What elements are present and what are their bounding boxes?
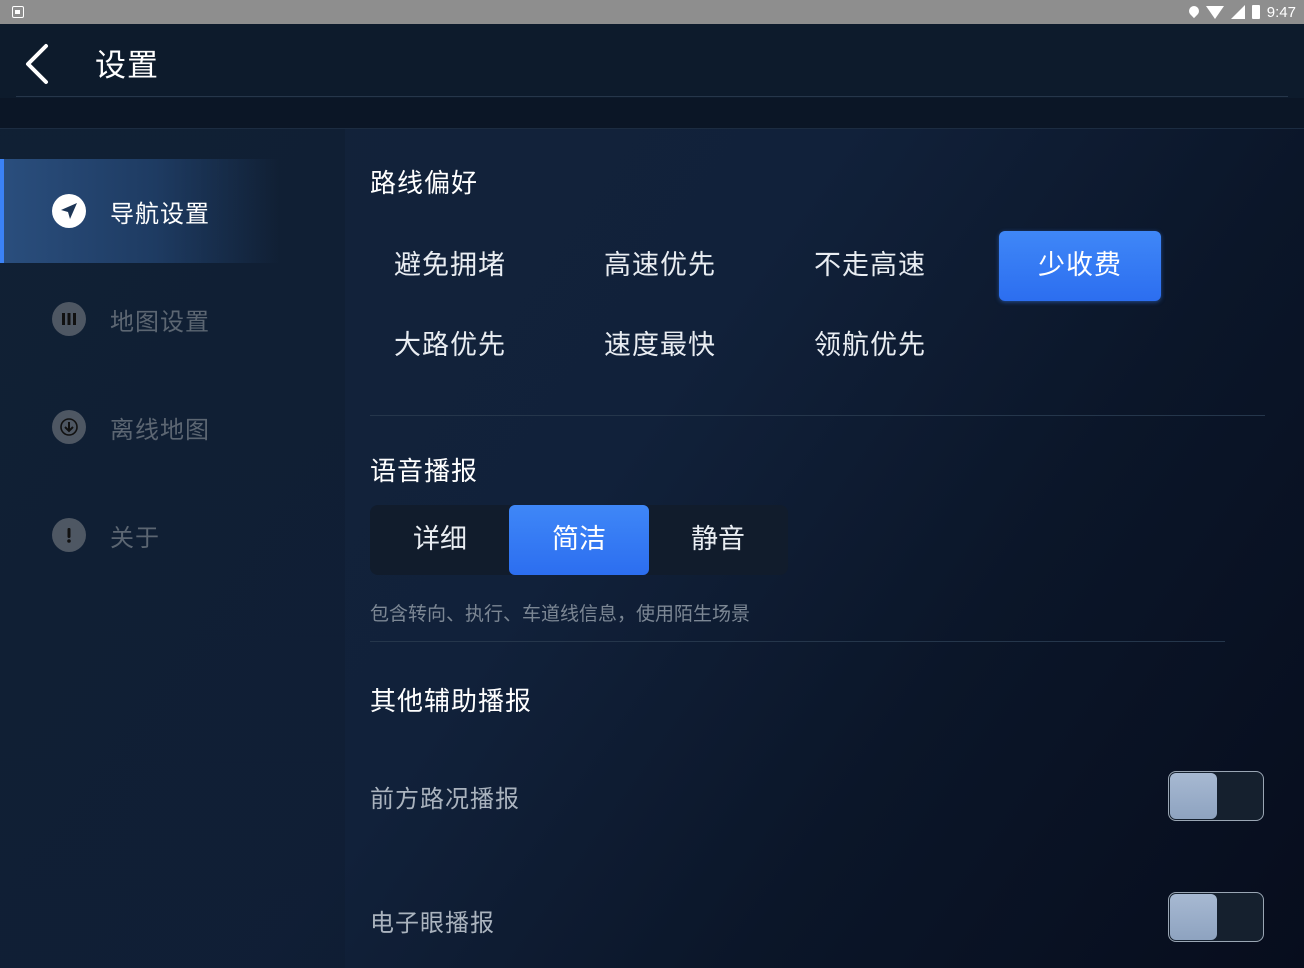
sidebar-item-label: 导航设置 bbox=[110, 199, 210, 228]
sidebar: 导航设置 地图设置 离线地图 关于 bbox=[0, 129, 345, 968]
voice-option-detailed[interactable]: 详细 bbox=[370, 505, 510, 575]
settings-panel: 导航设置 地图设置 离线地图 关于 路线偏好 避免拥堵 高速优先 不走高速 少收… bbox=[0, 128, 1304, 968]
road-condition-broadcast-label: 前方路况播报 bbox=[370, 785, 520, 813]
cell-signal-icon bbox=[1230, 5, 1245, 19]
battery-icon bbox=[1251, 5, 1260, 19]
sidebar-item-navigation-settings[interactable]: 导航设置 bbox=[0, 159, 280, 263]
info-exclamation-icon bbox=[52, 518, 86, 552]
section-divider bbox=[370, 415, 1265, 416]
route-option-avoid-congestion[interactable]: 避免拥堵 bbox=[369, 231, 531, 301]
route-option-main-road-first[interactable]: 大路优先 bbox=[369, 311, 531, 381]
section-divider bbox=[370, 641, 1225, 642]
route-option-no-highway[interactable]: 不走高速 bbox=[789, 231, 951, 301]
route-option-less-toll[interactable]: 少收费 bbox=[999, 231, 1161, 301]
map-icon bbox=[52, 302, 86, 336]
sidebar-item-offline-map[interactable]: 离线地图 bbox=[0, 375, 280, 479]
voice-mode-segmented-control: 详细 简洁 静音 bbox=[370, 505, 788, 575]
wifi-icon bbox=[1205, 5, 1224, 19]
header: 设置 bbox=[0, 24, 1304, 98]
toggle-knob bbox=[1170, 894, 1217, 940]
status-bar-left bbox=[12, 3, 24, 22]
content-area: 路线偏好 避免拥堵 高速优先 不走高速 少收费 大路优先 速度最快 领航优先 语… bbox=[370, 129, 1270, 968]
notification-icon bbox=[12, 5, 24, 18]
route-option-pilot-first[interactable]: 领航优先 bbox=[789, 311, 951, 381]
sidebar-item-about[interactable]: 关于 bbox=[0, 483, 280, 587]
download-icon bbox=[52, 410, 86, 444]
toggle-knob bbox=[1170, 773, 1217, 819]
route-option-highway-first[interactable]: 高速优先 bbox=[579, 231, 741, 301]
voice-option-mute[interactable]: 静音 bbox=[648, 505, 788, 575]
other-broadcast-title: 其他辅助播报 bbox=[370, 687, 533, 717]
route-preference-title: 路线偏好 bbox=[370, 169, 479, 199]
speed-camera-broadcast-toggle[interactable] bbox=[1168, 892, 1264, 942]
sidebar-item-label: 地图设置 bbox=[110, 307, 210, 336]
sidebar-item-label: 离线地图 bbox=[110, 415, 210, 444]
road-condition-broadcast-toggle[interactable] bbox=[1168, 771, 1264, 821]
status-bar: 9:47 bbox=[0, 0, 1304, 24]
voice-mode-hint: 包含转向、执行、车道线信息，使用陌生场景 bbox=[370, 603, 751, 625]
status-bar-right: 9:47 bbox=[1186, 3, 1296, 21]
location-pin-icon bbox=[1186, 3, 1201, 19]
page-title: 设置 bbox=[95, 48, 159, 84]
navigation-arrow-icon bbox=[52, 194, 86, 228]
route-option-fastest[interactable]: 速度最快 bbox=[579, 311, 741, 381]
voice-option-concise[interactable]: 简洁 bbox=[509, 505, 649, 575]
header-divider bbox=[16, 96, 1288, 97]
sidebar-item-label: 关于 bbox=[110, 523, 160, 552]
sidebar-item-map-settings[interactable]: 地图设置 bbox=[0, 267, 280, 371]
speed-camera-broadcast-label: 电子眼播报 bbox=[370, 909, 495, 937]
chevron-left-icon[interactable] bbox=[22, 42, 62, 86]
status-time: 9:47 bbox=[1266, 3, 1296, 21]
voice-broadcast-title: 语音播报 bbox=[370, 457, 479, 487]
